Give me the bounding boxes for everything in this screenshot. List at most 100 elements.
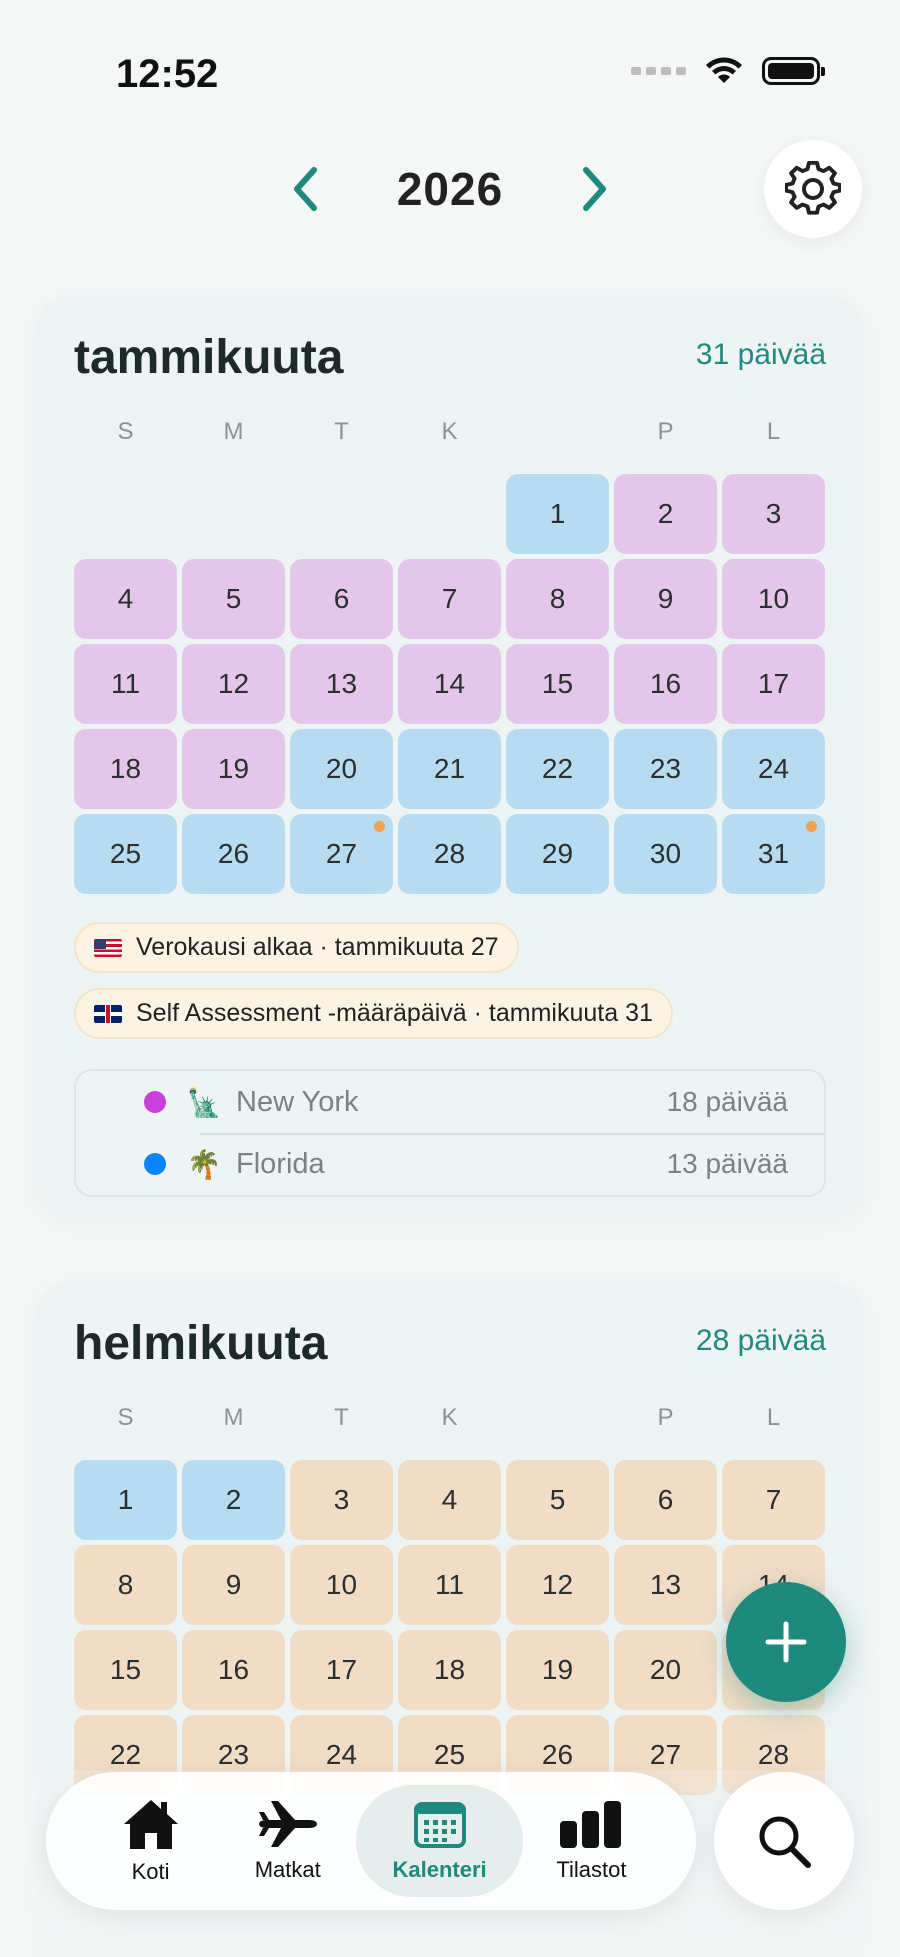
weekday-label: S: [117, 418, 134, 445]
cellular-signal-icon: [631, 67, 686, 75]
calendar-icon: [413, 1802, 466, 1848]
weekday-label: P: [657, 418, 674, 445]
day-grid: 1234567891011121314151617181920212223242…: [74, 474, 826, 894]
calendar-day[interactable]: 5: [182, 559, 285, 639]
month-header: helmikuuta 28 päivää: [74, 1282, 826, 1372]
calendar-day[interactable]: 12: [506, 1545, 609, 1625]
deadline-chip[interactable]: Self Assessment -määräpäivä · tammikuuta…: [74, 988, 673, 1039]
uk-flag-icon: [94, 1004, 122, 1023]
calendar-day[interactable]: 7: [722, 1460, 825, 1540]
calendar-day[interactable]: 27: [290, 814, 393, 894]
location-summary: 🗽 New York 18 päivää 🌴 Florida 13 päivää: [74, 1069, 826, 1197]
location-color-dot: [144, 1153, 166, 1175]
calendar-day[interactable]: 4: [398, 1460, 501, 1540]
settings-button[interactable]: [764, 140, 862, 238]
calendar-day[interactable]: 4: [74, 559, 177, 639]
weekday-label: M: [223, 418, 244, 445]
airplane-icon: [258, 1801, 317, 1847]
calendar-day[interactable]: 20: [614, 1630, 717, 1710]
calendar-day[interactable]: 21: [398, 729, 501, 809]
weekday-label: L: [766, 1404, 781, 1431]
status-time: 12:52: [116, 52, 219, 96]
calendar-day[interactable]: 19: [182, 729, 285, 809]
status-icons: [631, 56, 825, 86]
next-year-button[interactable]: [570, 164, 620, 214]
calendar-day[interactable]: 8: [74, 1545, 177, 1625]
calendar-day[interactable]: 17: [290, 1630, 393, 1710]
day-grid: 1234567891011121314151617181920212223242…: [74, 1460, 826, 1795]
calendar-day[interactable]: 11: [398, 1545, 501, 1625]
calendar-day[interactable]: 9: [614, 559, 717, 639]
tab-home[interactable]: Koti: [82, 1785, 219, 1897]
tab-trips[interactable]: Matkat: [219, 1785, 356, 1897]
location-name: New York: [236, 1085, 359, 1118]
weekday-label: K: [441, 418, 458, 445]
tab-label: Koti: [131, 1859, 170, 1884]
tab-stats[interactable]: Tilastot: [523, 1785, 660, 1897]
calendar-day[interactable]: 7: [398, 559, 501, 639]
tab-label: Tilastot: [556, 1857, 627, 1882]
calendar-day[interactable]: 18: [398, 1630, 501, 1710]
calendar-day[interactable]: 15: [506, 644, 609, 724]
tab-calendar[interactable]: Kalenteri: [356, 1785, 523, 1897]
calendar-day[interactable]: 14: [398, 644, 501, 724]
plus-icon: [765, 1621, 807, 1663]
calendar-day[interactable]: 8: [506, 559, 609, 639]
search-button[interactable]: [714, 1772, 854, 1910]
house-icon: [123, 1800, 178, 1849]
search-icon: [759, 1816, 811, 1868]
calendar-day[interactable]: 9: [182, 1545, 285, 1625]
location-row-new-york[interactable]: 🗽 New York 18 päivää: [76, 1071, 824, 1133]
calendar-day[interactable]: 24: [722, 729, 825, 809]
weekday-header: S M T K P L: [74, 408, 826, 456]
calendar-day[interactable]: 10: [290, 1545, 393, 1625]
calendar-day[interactable]: 23: [614, 729, 717, 809]
calendar-day[interactable]: 12: [182, 644, 285, 724]
month-card-january: tammikuuta 31 päivää S M T K P L 1234567…: [36, 296, 864, 1216]
calendar-day[interactable]: 17: [722, 644, 825, 724]
calendar-day[interactable]: 6: [614, 1460, 717, 1540]
deadline-chip[interactable]: Verokausi alkaa · tammikuuta 27: [74, 922, 519, 973]
month-day-count: 28 päivää: [695, 1324, 826, 1357]
calendar-day[interactable]: 11: [74, 644, 177, 724]
weekday-label: S: [117, 1404, 134, 1431]
calendar-day[interactable]: 6: [290, 559, 393, 639]
weekday-label: L: [766, 418, 781, 445]
weekday-label: M: [223, 1404, 244, 1431]
weekday-label: T: [334, 1404, 349, 1431]
deadline-text: Verokausi alkaa · tammikuuta 27: [136, 933, 499, 961]
bar-chart-icon: [560, 1801, 622, 1848]
calendar-day[interactable]: 26: [182, 814, 285, 894]
location-row-florida[interactable]: 🌴 Florida 13 päivää: [76, 1133, 824, 1195]
calendar-day[interactable]: 15: [74, 1630, 177, 1710]
calendar-day[interactable]: 16: [614, 644, 717, 724]
calendar-day[interactable]: 18: [74, 729, 177, 809]
calendar-blank-cell: [290, 474, 393, 554]
calendar-day[interactable]: 20: [290, 729, 393, 809]
calendar-day[interactable]: 28: [398, 814, 501, 894]
calendar-day[interactable]: 16: [182, 1630, 285, 1710]
calendar-day[interactable]: 2: [182, 1460, 285, 1540]
calendar-day[interactable]: 29: [506, 814, 609, 894]
calendar-day[interactable]: 30: [614, 814, 717, 894]
calendar-day[interactable]: 31: [722, 814, 825, 894]
calendar-day[interactable]: 1: [74, 1460, 177, 1540]
calendar-day[interactable]: 13: [290, 644, 393, 724]
battery-icon: [762, 57, 825, 85]
calendar-day[interactable]: 3: [722, 474, 825, 554]
calendar-day[interactable]: 1: [506, 474, 609, 554]
calendar-day[interactable]: 10: [722, 559, 825, 639]
add-trip-button[interactable]: [726, 1582, 846, 1702]
calendar-day[interactable]: 19: [506, 1630, 609, 1710]
location-day-count: 13 päivää: [666, 1148, 788, 1179]
tab-bar: Koti Matkat Kalenteri Tilastot: [46, 1772, 696, 1910]
weekday-label: T: [334, 418, 349, 445]
calendar-day[interactable]: 2: [614, 474, 717, 554]
calendar-day[interactable]: 3: [290, 1460, 393, 1540]
wifi-icon: [706, 57, 742, 83]
calendar-day[interactable]: 13: [614, 1545, 717, 1625]
calendar-day[interactable]: 22: [506, 729, 609, 809]
calendar-day[interactable]: 5: [506, 1460, 609, 1540]
month-header: tammikuuta 31 päivää: [74, 296, 826, 386]
calendar-day[interactable]: 25: [74, 814, 177, 894]
